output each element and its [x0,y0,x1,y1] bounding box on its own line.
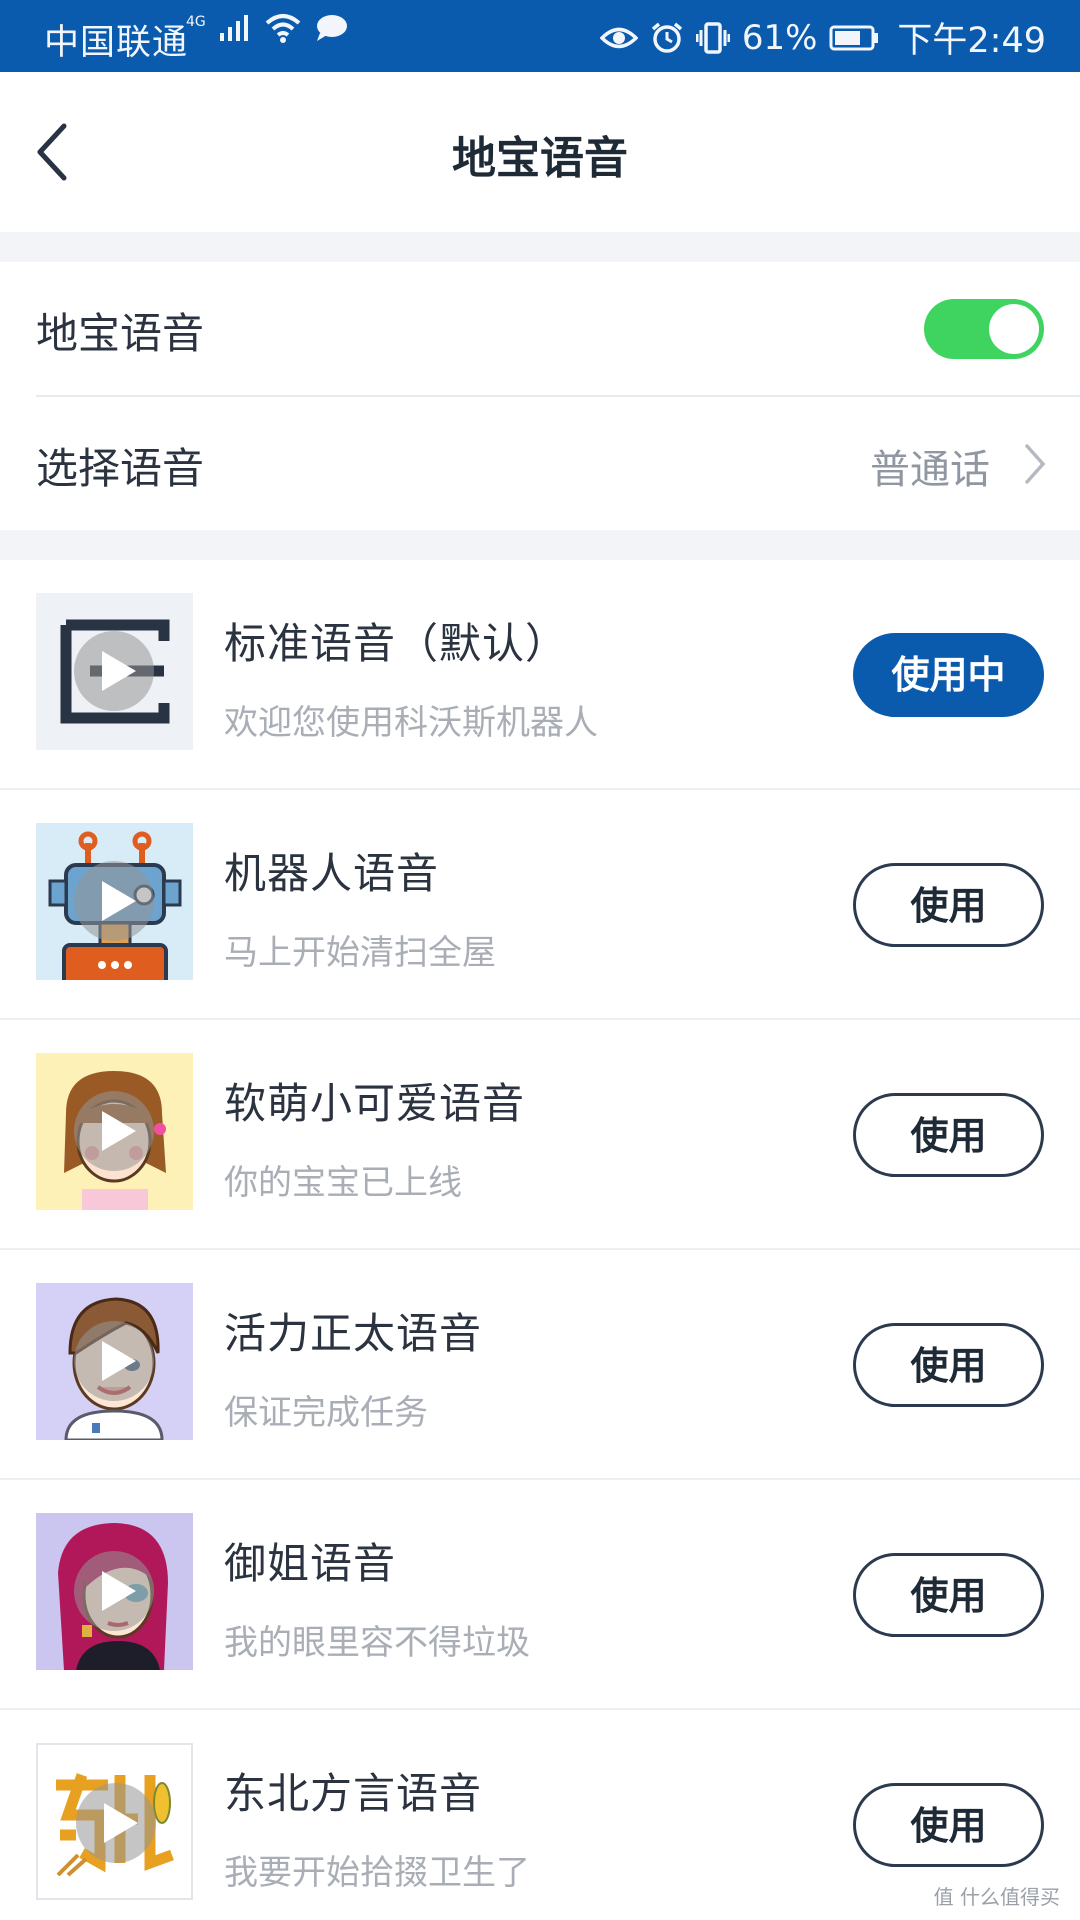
voice-description: 你的宝宝已上线 [224,1163,462,1203]
play-icon[interactable] [74,861,154,941]
use-voice-button[interactable]: 使用 [853,1783,1044,1867]
voice-toggle-row: 地宝语音 [0,262,1080,395]
play-icon[interactable] [76,1783,156,1863]
voice-item: 活力正太语音 保证完成任务 使用 [0,1250,1080,1480]
voice-description: 我的眼里容不得垃圾 [224,1623,530,1663]
battery-icon [829,25,879,50]
select-voice-row[interactable]: 选择语音 普通话 [0,397,1080,530]
play-icon[interactable] [74,631,154,711]
voice-toggle-label: 地宝语音 [36,309,205,358]
use-voice-button[interactable]: 使用 [853,1093,1044,1177]
voice-item: 软萌小可爱语音 你的宝宝已上线 使用 [0,1020,1080,1250]
carrier-name: 中国联通 [44,23,189,63]
wifi-icon [265,14,301,43]
chevron-right-icon [1025,444,1046,484]
voice-name: 东北方言语音 [224,1769,483,1818]
watermark: 值 什么值得买 [933,1885,1060,1909]
voice-list: 标准语音（默认） 欢迎您使用科沃斯机器人 使用中 机器人语音 马上开始清扫全屋 … [0,560,1080,1920]
network-type: 4G [186,14,206,30]
play-icon[interactable] [74,1321,154,1401]
page-title: 地宝语音 [452,133,628,184]
voice-description: 欢迎您使用科沃斯机器人 [224,703,598,743]
boy-voice-thumbnail [36,1283,193,1440]
alarm-icon [651,22,682,53]
voice-description: 我要开始拾掇卫生了 [224,1853,530,1893]
voice-item: 标准语音（默认） 欢迎您使用科沃斯机器人 使用中 [0,560,1080,790]
voice-name: 软萌小可爱语音 [224,1079,526,1128]
voice-item: 御姐语音 我的眼里容不得垃圾 使用 [0,1480,1080,1710]
voice-description: 保证完成任务 [224,1393,428,1433]
voice-name: 机器人语音 [224,849,440,898]
voice-item: 东北方言语音 我要开始拾掇卫生了 使用 [0,1710,1080,1920]
play-icon[interactable] [74,1551,154,1631]
use-voice-button[interactable]: 使用 [853,1323,1044,1407]
robot-voice-thumbnail [36,823,193,980]
voice-name: 标准语音（默认） [224,619,569,668]
nav-bar: 地宝语音 [0,72,1080,232]
use-voice-button[interactable]: 使用 [853,1553,1044,1637]
northeast-voice-thumbnail [36,1743,193,1900]
standard-voice-thumbnail [36,593,193,750]
select-voice-value: 普通话 [870,447,990,493]
clock-time: 下午2:49 [897,21,1046,61]
message-icon [316,15,347,41]
signal-icon [219,15,248,41]
toggle-knob [989,304,1039,354]
vibrate-icon [695,21,730,54]
section-gap [0,530,1080,560]
voice-name: 活力正太语音 [224,1309,483,1358]
play-icon[interactable] [74,1091,154,1171]
use-voice-button[interactable]: 使用 [853,863,1044,947]
voice-item: 机器人语音 马上开始清扫全屋 使用 [0,790,1080,1020]
section-gap [0,232,1080,262]
lady-voice-thumbnail [36,1513,193,1670]
status-bar: 中国联通 4G 61% 下午2:49 [0,0,1080,72]
voice-in-use-button[interactable]: 使用中 [853,633,1044,717]
battery-percent: 61% [741,17,818,58]
voice-toggle-switch[interactable] [924,299,1044,359]
voice-name: 御姐语音 [224,1539,397,1588]
cute-voice-thumbnail [36,1053,193,1210]
voice-description: 马上开始清扫全屋 [224,933,496,973]
eye-comfort-icon [599,27,638,48]
select-voice-label: 选择语音 [36,444,205,493]
